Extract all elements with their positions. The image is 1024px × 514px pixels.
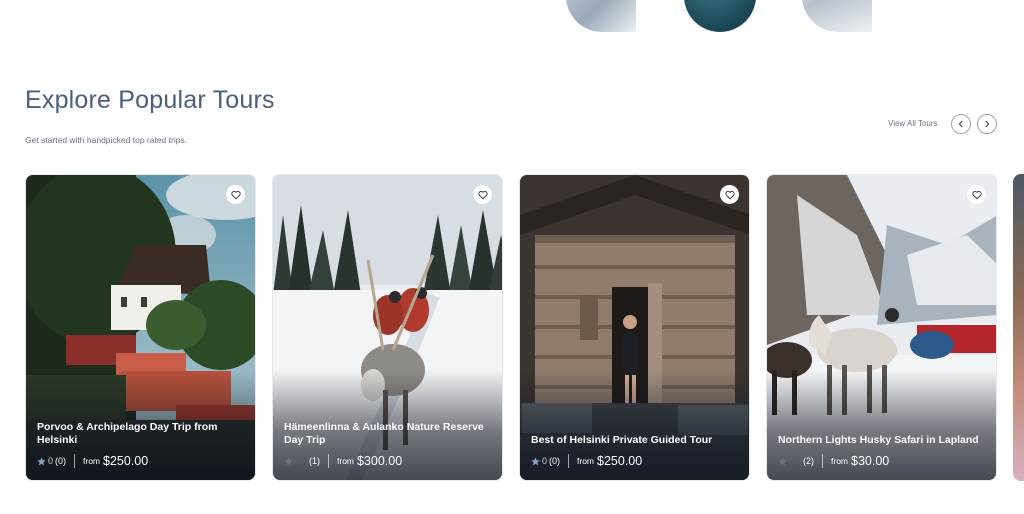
tour-card[interactable]: Best of Helsinki Private Guided Tour 0 (…: [519, 174, 750, 481]
tour-meta: (1) from $300.00: [284, 454, 402, 468]
star-icon: [778, 456, 787, 465]
favorite-button[interactable]: [473, 185, 492, 204]
rating-value: 0: [48, 456, 54, 466]
tour-card[interactable]: Northern Lights Husky Safari in Lapland …: [766, 174, 997, 481]
favorite-button[interactable]: [967, 185, 986, 204]
star-icon: [37, 456, 46, 465]
favorite-button[interactable]: [226, 185, 245, 204]
view-all-tours-link[interactable]: View All Tours: [888, 119, 938, 128]
review-count: (0): [55, 456, 67, 466]
tour-price: $30.00: [851, 454, 890, 468]
price-prefix: from: [577, 456, 595, 466]
chevron-right-icon: [985, 120, 990, 128]
heart-icon: [971, 190, 982, 199]
review-count: (2): [803, 456, 814, 466]
review-count: (0): [549, 456, 561, 466]
tour-meta: 0 (0) from $250.00: [37, 454, 148, 468]
favorite-button[interactable]: [720, 185, 739, 204]
tour-price: $250.00: [103, 454, 149, 468]
tour-title[interactable]: Hämeenlinna & Aulanko Nature Reserve Day…: [284, 421, 490, 447]
chevron-left-icon: [958, 120, 963, 128]
star-icon: [531, 456, 540, 465]
rating-value: 0: [542, 456, 548, 466]
price-prefix: from: [831, 456, 848, 466]
tour-title[interactable]: Porvoo & Archipelago Day Trip from Helsi…: [37, 421, 243, 447]
star-icon: [284, 456, 293, 465]
tour-title[interactable]: Best of Helsinki Private Guided Tour: [531, 434, 737, 447]
heart-icon: [724, 190, 735, 199]
carousel-next-button[interactable]: [977, 114, 997, 134]
review-count: (1): [309, 456, 320, 466]
heart-icon: [477, 190, 488, 199]
tour-price: $250.00: [597, 454, 643, 468]
tour-card[interactable]: Hämeenlinna & Aulanko Nature Reserve Day…: [272, 174, 503, 481]
carousel-prev-button[interactable]: [951, 114, 971, 134]
tour-card[interactable]: Porvoo & Archipelago Day Trip from Helsi…: [25, 174, 256, 481]
tour-price: $300.00: [357, 454, 403, 468]
destination-thumbnail[interactable]: [566, 0, 636, 32]
destination-thumbnail[interactable]: [684, 0, 756, 32]
tour-meta: (2) from $30.00: [778, 454, 889, 468]
price-prefix: from: [83, 456, 101, 466]
tour-card-partial[interactable]: [1013, 174, 1024, 481]
heart-icon: [230, 190, 241, 199]
section-title: Explore Popular Tours: [25, 86, 275, 114]
tour-title[interactable]: Northern Lights Husky Safari in Lapland: [778, 434, 984, 447]
destination-thumbnail[interactable]: [802, 0, 872, 32]
section-subtitle: Get started with handpicked top rated tr…: [25, 135, 188, 145]
price-prefix: from: [337, 456, 354, 466]
tour-meta: 0 (0) from $250.00: [531, 454, 642, 468]
